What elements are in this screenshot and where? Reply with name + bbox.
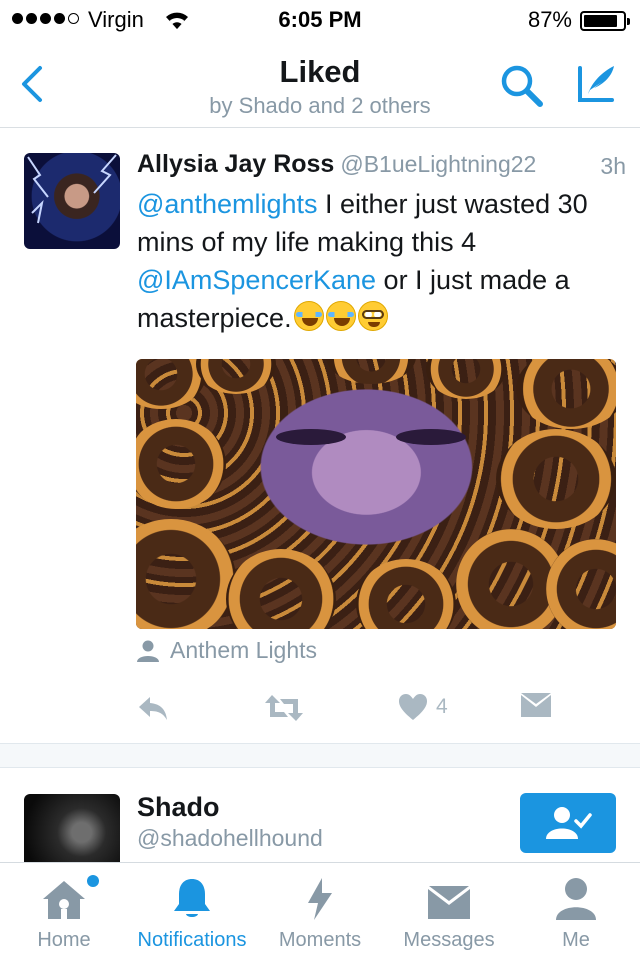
tab-me-label: Me: [562, 929, 590, 951]
user-avatar[interactable]: [24, 794, 120, 862]
tab-notifications[interactable]: Notifications: [128, 863, 256, 960]
battery-icon: [580, 11, 630, 31]
retweet-button[interactable]: [264, 693, 304, 723]
tweet-actions: 4: [136, 689, 616, 729]
bell-icon: [174, 879, 210, 917]
reply-button[interactable]: [136, 693, 170, 723]
person-check-icon: [546, 807, 592, 839]
tweet-author-name[interactable]: Allysia Jay Ross: [137, 150, 334, 178]
heart-icon: [399, 694, 427, 720]
tweet-author-handle[interactable]: @B1ueLightning22: [340, 151, 536, 177]
attribution-name: Anthem Lights: [170, 637, 318, 663]
tweet[interactable]: Allysia Jay Ross @B1ueLightning22 3h @ant…: [0, 129, 640, 743]
person-icon: [137, 640, 159, 662]
lightning-icon: [308, 878, 332, 920]
home-icon: [43, 881, 85, 919]
compose-tweet-button[interactable]: [572, 60, 620, 108]
reply-icon: [139, 697, 167, 720]
tab-messages[interactable]: Messages: [394, 863, 504, 960]
like-button[interactable]: 4: [398, 693, 448, 721]
tab-bar: Home Notifications Moments Messages Me: [0, 862, 640, 960]
mention-link[interactable]: @IAmSpencerKane: [137, 265, 376, 295]
mention-link[interactable]: @anthemlights: [137, 189, 318, 219]
tweet-author-avatar[interactable]: [24, 153, 120, 249]
tweet-media-image[interactable]: [136, 359, 616, 629]
tweet-text: @anthemlights I either just wasted 30 mi…: [137, 185, 617, 337]
search-icon: [501, 65, 543, 107]
section-divider: [0, 743, 640, 768]
search-button[interactable]: [498, 62, 546, 110]
face-with-tears-of-joy-icon: [293, 301, 324, 331]
media-attribution[interactable]: Anthem Lights: [136, 637, 317, 664]
person-icon: [556, 878, 596, 920]
tab-messages-label: Messages: [403, 929, 495, 951]
user-name: Shado: [137, 792, 220, 822]
new-content-badge: [87, 875, 99, 887]
tab-moments-label: Moments: [278, 929, 362, 951]
nerd-face-icon: [357, 301, 388, 331]
liker-user-row[interactable]: Shado @shadohellhound: [0, 768, 640, 862]
status-bar: Virgin 6:05 PM 87%: [0, 0, 640, 40]
following-button[interactable]: [520, 793, 616, 853]
tab-moments[interactable]: Moments: [270, 863, 370, 960]
tab-home[interactable]: Home: [14, 863, 114, 960]
tab-notifications-label: Notifications: [137, 929, 247, 951]
user-handle: @shadohellhound: [137, 825, 323, 851]
tweet-header: Allysia Jay Ross @B1ueLightning22: [137, 150, 627, 179]
tab-home-label: Home: [37, 929, 91, 951]
envelope-icon: [428, 886, 470, 919]
retweet-icon: [265, 695, 303, 721]
navigation-bar: Liked by Shado and 2 others: [0, 40, 640, 128]
compose-quill-icon: [578, 66, 614, 102]
envelope-icon: [521, 693, 551, 717]
like-count: 4: [436, 695, 448, 718]
tweet-timestamp: 3h: [600, 153, 626, 179]
battery-percent: 87%: [527, 7, 572, 32]
tab-me[interactable]: Me: [526, 863, 626, 960]
direct-message-button[interactable]: [520, 693, 552, 719]
face-with-tears-of-joy-icon: [325, 301, 356, 331]
